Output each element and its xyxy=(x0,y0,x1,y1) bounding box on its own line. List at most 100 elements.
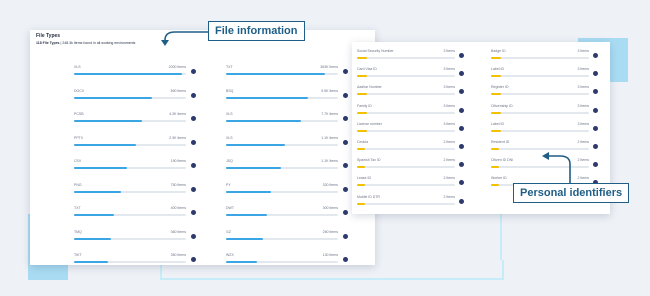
file-type-label: TXT xyxy=(74,206,81,210)
file-type-label: TMQ xyxy=(74,229,82,234)
info-icon[interactable] xyxy=(191,139,196,145)
info-icon[interactable] xyxy=(459,53,464,58)
identifier-bar-fill xyxy=(357,57,367,59)
info-icon[interactable] xyxy=(459,198,464,204)
identifier-count: 3 Items xyxy=(443,67,455,72)
info-icon[interactable] xyxy=(191,257,196,262)
file-type-row[interactable]: CSV 190 Items xyxy=(74,159,196,173)
info-icon[interactable] xyxy=(343,163,348,168)
identifier-row[interactable]: Card Visa ID 3 Items xyxy=(357,67,464,81)
file-type-row[interactable]: GZ 250 Items xyxy=(226,230,348,244)
info-icon[interactable] xyxy=(593,89,598,95)
file-type-row[interactable]: DOCX 890 Items xyxy=(74,89,196,103)
file-type-row[interactable]: TXT 400 Items xyxy=(74,206,196,220)
file-type-row[interactable]: PNG 750 Items xyxy=(74,183,196,197)
file-type-label: DOCX xyxy=(74,88,85,93)
file-type-row[interactable]: TMQ 360 Items xyxy=(74,230,196,244)
file-type-bar-fill xyxy=(226,190,271,193)
info-icon[interactable] xyxy=(343,92,348,98)
file-type-bar-track xyxy=(226,190,338,193)
file-type-count: 750 Items xyxy=(170,182,186,187)
file-type-bar-track xyxy=(74,261,186,263)
file-type-bar-fill xyxy=(74,96,153,99)
info-icon[interactable] xyxy=(593,162,598,168)
file-type-bar-fill xyxy=(74,143,136,146)
identifier-row[interactable]: Citizenship ID 3 Items xyxy=(491,104,598,118)
info-icon[interactable] xyxy=(593,71,598,77)
file-type-label: GZ xyxy=(226,229,231,234)
identifier-bar-track xyxy=(491,129,589,132)
file-type-bar-track xyxy=(74,167,186,169)
info-icon[interactable] xyxy=(343,69,348,74)
file-type-row[interactable]: TIKT 350 Items xyxy=(74,253,196,267)
file-type-bar-track xyxy=(74,73,186,75)
file-type-bar-track xyxy=(74,120,186,122)
info-icon[interactable] xyxy=(191,69,196,74)
file-type-row[interactable]: WZX 130 Items xyxy=(226,253,348,267)
identifier-row[interactable]: Family ID 3 Items xyxy=(357,104,464,118)
file-type-row[interactable]: PCSB 4.3K Items xyxy=(74,112,196,126)
info-icon[interactable] xyxy=(343,233,348,239)
identifier-bar-fill xyxy=(357,148,365,150)
identifier-row[interactable]: Badge ID 3 Items xyxy=(491,49,598,63)
file-type-count: 4.3K Items xyxy=(169,112,186,116)
file-type-count: 300 Items xyxy=(322,206,338,210)
file-type-bar-fill xyxy=(226,73,325,75)
identifier-row[interactable]: Social Security Number 3 Items xyxy=(357,49,464,63)
info-icon[interactable] xyxy=(459,162,464,168)
info-icon[interactable] xyxy=(459,144,464,149)
file-type-label: XLS xyxy=(226,135,233,140)
info-icon[interactable] xyxy=(191,210,196,215)
file-type-row[interactable]: XLS 1.1K Items xyxy=(226,136,348,150)
info-icon[interactable] xyxy=(191,92,196,98)
info-icon[interactable] xyxy=(191,186,196,192)
info-icon[interactable] xyxy=(459,125,464,131)
file-type-row[interactable]: TXT 363K Items xyxy=(226,65,348,79)
identifier-row[interactable]: Label ID 3 Items xyxy=(491,67,598,81)
info-icon[interactable] xyxy=(343,257,348,262)
identifier-row[interactable]: Aadhar Number 3 Items xyxy=(357,85,464,99)
file-type-bar-track xyxy=(226,73,338,75)
info-icon[interactable] xyxy=(593,53,598,58)
info-icon[interactable] xyxy=(459,180,464,186)
file-type-row[interactable]: JSQ 1.1K Items xyxy=(226,159,348,173)
file-type-row[interactable]: BSQ 9.5K Items xyxy=(226,89,348,103)
file-type-row[interactable]: XLS 7.7K Items xyxy=(226,112,348,126)
file-type-count: 1.1K Items xyxy=(321,159,338,163)
file-type-count: 2.3K Items xyxy=(169,135,186,140)
file-type-row[interactable]: DWT 300 Items xyxy=(226,206,348,220)
file-type-label: TIKT xyxy=(74,253,82,257)
file-type-label: JSQ xyxy=(226,159,233,163)
info-icon[interactable] xyxy=(191,116,196,121)
info-icon[interactable] xyxy=(343,210,348,215)
identifier-row[interactable]: Register ID 3 Items xyxy=(491,85,598,99)
info-icon[interactable] xyxy=(191,233,196,239)
file-type-row[interactable]: PPTX 2.3K Items xyxy=(74,136,196,150)
file-type-label: XLS xyxy=(226,112,233,116)
info-icon[interactable] xyxy=(593,125,598,131)
file-type-row[interactable]: XLS 2000 Items xyxy=(74,65,196,79)
info-icon[interactable] xyxy=(343,139,348,145)
file-type-bar-fill xyxy=(74,73,182,75)
file-type-row[interactable]: PY 320 Items xyxy=(226,183,348,197)
info-icon[interactable] xyxy=(593,144,598,149)
info-icon[interactable] xyxy=(459,107,464,113)
personal-identifiers-callout: Personal identifiers xyxy=(513,183,630,203)
panel-title: File Types xyxy=(36,33,61,39)
info-icon[interactable] xyxy=(593,107,598,113)
identifier-row[interactable]: Spanish Tax ID 2 Items xyxy=(357,158,464,172)
info-icon[interactable] xyxy=(191,163,196,168)
info-icon[interactable] xyxy=(459,89,464,95)
file-type-count: 130 Items xyxy=(322,253,338,257)
identifier-bar-track xyxy=(357,93,455,96)
info-icon[interactable] xyxy=(343,116,348,121)
identifier-row[interactable]: License number 3 Items xyxy=(357,122,464,136)
identifier-row[interactable]: Cedula 2 Items xyxy=(357,140,464,154)
info-icon[interactable] xyxy=(459,71,464,77)
info-icon[interactable] xyxy=(343,186,348,192)
identifier-row[interactable]: Lease ID 2 Items xyxy=(357,176,464,190)
identifier-row[interactable]: Mobile ID DTR 2 Items xyxy=(357,195,464,209)
identifier-row[interactable]: Label ID 3 Items xyxy=(491,122,598,136)
file-type-bar-fill xyxy=(74,261,108,263)
identifier-count: 2 Items xyxy=(577,140,589,144)
